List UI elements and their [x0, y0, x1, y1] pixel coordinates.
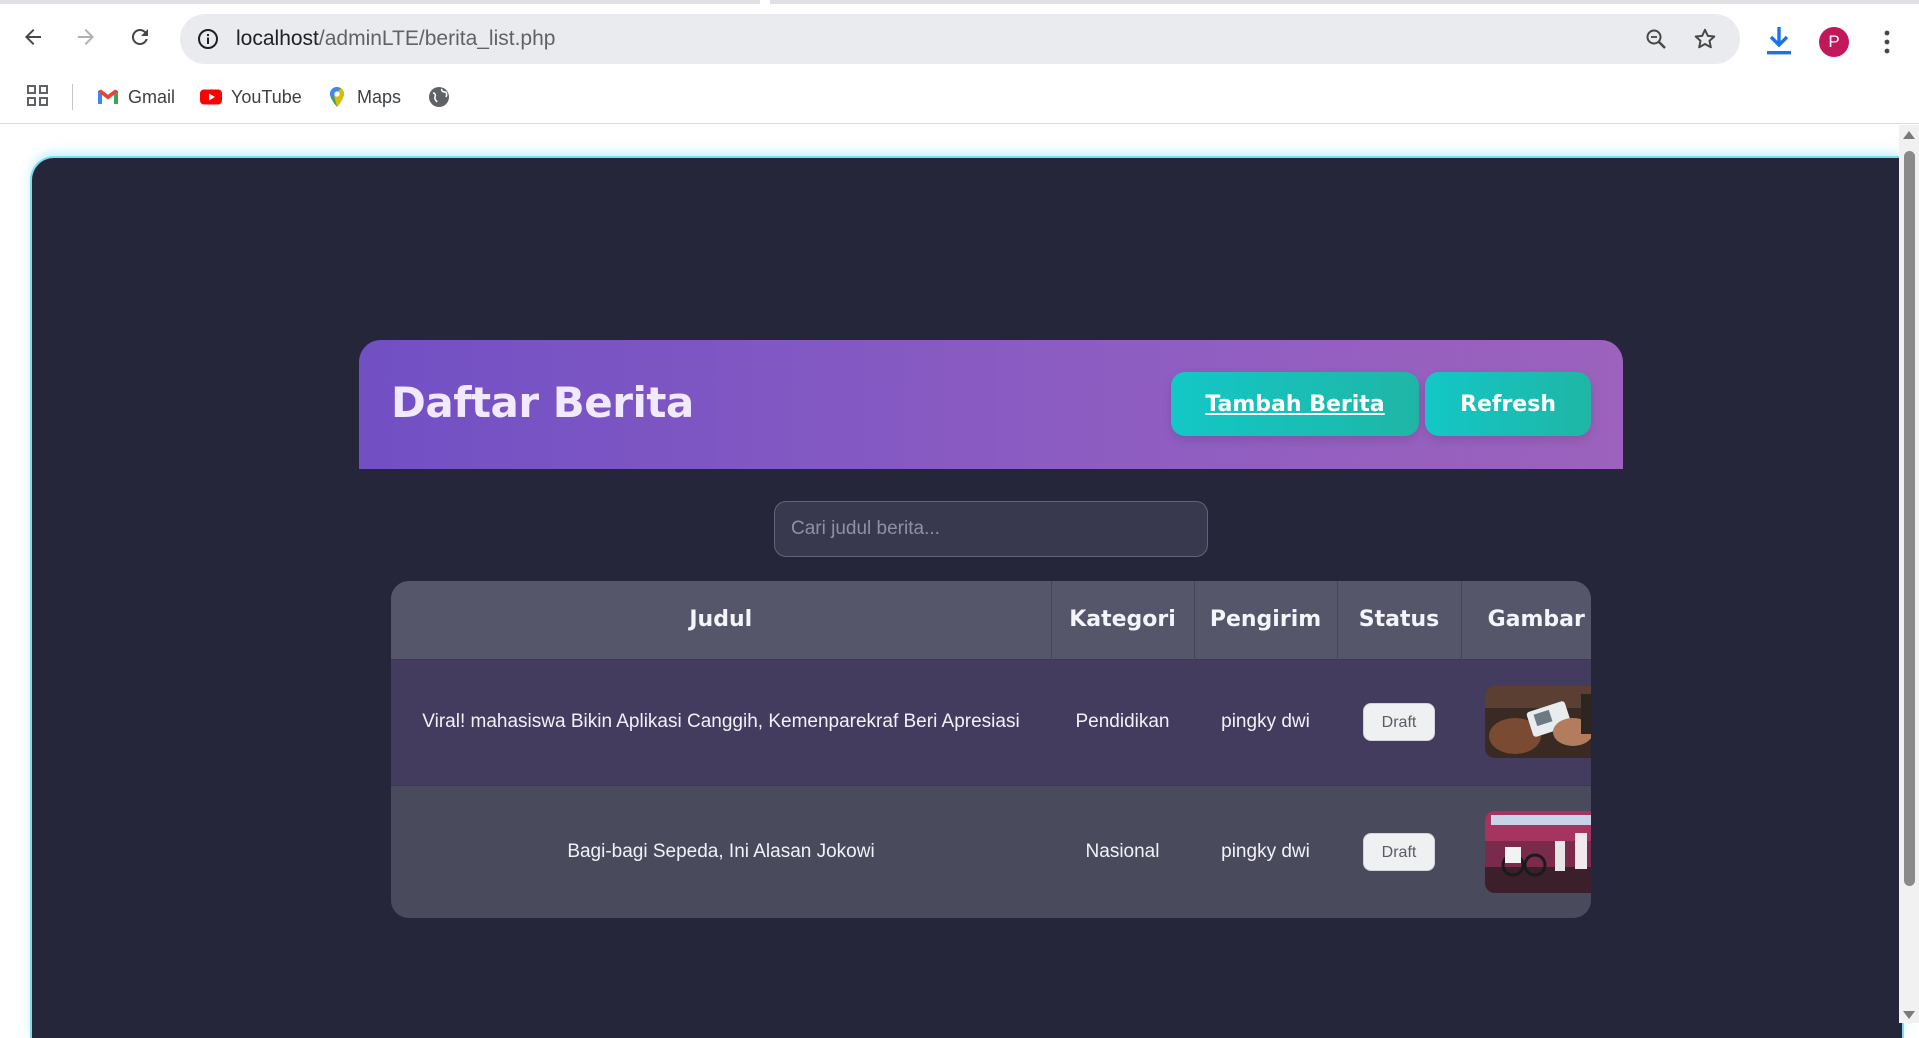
scroll-down-arrow-icon[interactable]: [1903, 1011, 1915, 1019]
maps-pin-icon: [330, 87, 344, 107]
url-host: localhost: [236, 27, 319, 50]
forward-arrow-icon: [78, 29, 94, 45]
cell-gambar: [1461, 784, 1591, 918]
reload-button[interactable]: [121, 18, 159, 56]
header-kategori[interactable]: Kategori: [1051, 581, 1195, 659]
news-photo-image: [1485, 686, 1591, 758]
news-thumbnail[interactable]: [1485, 810, 1591, 893]
more-menu-icon[interactable]: [1875, 28, 1899, 56]
url-path: /adminLTE/berita_list.php: [318, 27, 556, 50]
bookmarks-bar: Gmail YouTube Maps: [0, 74, 1919, 124]
news-photo-image: [1485, 810, 1591, 893]
bookmark-gmail-label: Gmail: [128, 86, 176, 107]
cell-gambar: [1461, 658, 1591, 785]
header-pengirim[interactable]: Pengirim: [1194, 581, 1338, 659]
header-judul[interactable]: Judul: [391, 581, 1052, 659]
bookmark-youtube-label: YouTube: [231, 86, 302, 107]
bookmarks-separator: [72, 84, 73, 110]
page-title: Daftar Berita: [391, 378, 694, 427]
youtube-icon: [200, 89, 222, 105]
news-table: Judul Kategori Pengirim Status Gambar Vi…: [391, 581, 1591, 918]
download-icon[interactable]: [1763, 24, 1795, 58]
table-row[interactable]: Bagi-bagi Sepeda, Ini Alasan Jokowi Nasi…: [391, 784, 1591, 918]
site-info-icon[interactable]: [196, 27, 220, 51]
header-gambar[interactable]: Gambar: [1461, 581, 1591, 659]
scroll-up-arrow-icon[interactable]: [1903, 131, 1915, 139]
add-news-button[interactable]: Tambah Berita: [1171, 372, 1419, 436]
back-arrow-icon: [25, 29, 41, 45]
scrollbar-thumb[interactable]: [1904, 151, 1915, 886]
gmail-icon: [98, 89, 118, 104]
cell-pengirim: pingky dwi: [1194, 658, 1337, 785]
cell-kategori: Nasional: [1051, 784, 1194, 918]
globe-icon: [429, 87, 449, 107]
url-text[interactable]: localhost/adminLTE/berita_list.php: [236, 14, 555, 64]
bookmark-globe[interactable]: [427, 82, 451, 112]
bookmark-star-icon[interactable]: [1692, 26, 1718, 52]
bookmark-maps-label: Maps: [357, 86, 402, 107]
table-header-row: Judul Kategori Pengirim Status Gambar: [391, 581, 1591, 659]
apps-grid-icon[interactable]: [26, 84, 50, 108]
status-badge: Draft: [1362, 832, 1436, 871]
page-scrollbar[interactable]: [1899, 125, 1919, 1023]
card-header: Daftar Berita Tambah Berita Refresh: [359, 340, 1623, 469]
reload-icon: [131, 28, 148, 45]
profile-avatar[interactable]: P: [1819, 27, 1849, 57]
cell-judul: Viral! mahasiswa Bikin Aplikasi Canggih,…: [391, 658, 1051, 785]
zoom-icon[interactable]: [1644, 27, 1668, 51]
cell-status: Draft: [1337, 784, 1461, 918]
address-bar[interactable]: localhost/adminLTE/berita_list.php: [180, 14, 1740, 64]
cell-kategori: Pendidikan: [1051, 658, 1194, 785]
browser-toolbar: localhost/adminLTE/berita_list.php P: [0, 4, 1919, 74]
table-row[interactable]: Viral! mahasiswa Bikin Aplikasi Canggih,…: [391, 658, 1591, 785]
cell-pengirim: pingky dwi: [1194, 784, 1337, 918]
search-input[interactable]: [774, 501, 1208, 557]
bookmark-gmail[interactable]: Gmail: [96, 82, 175, 112]
back-button[interactable]: [14, 18, 52, 56]
refresh-button[interactable]: Refresh: [1425, 372, 1591, 436]
bookmark-maps[interactable]: Maps: [325, 82, 401, 112]
header-status[interactable]: Status: [1337, 581, 1462, 659]
cell-status: Draft: [1337, 658, 1461, 785]
forward-button[interactable]: [67, 18, 105, 56]
bookmark-youtube[interactable]: YouTube: [199, 82, 302, 112]
news-thumbnail[interactable]: [1485, 686, 1591, 758]
status-badge: Draft: [1362, 703, 1436, 741]
cell-judul: Bagi-bagi Sepeda, Ini Alasan Jokowi: [391, 784, 1051, 918]
